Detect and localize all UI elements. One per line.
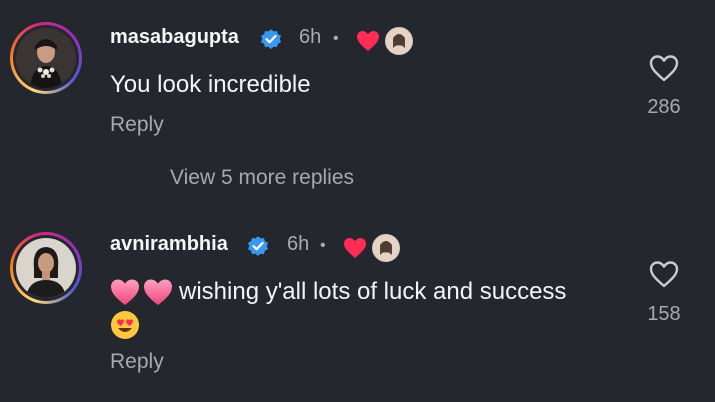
comment-username[interactable]: masabagupta bbox=[110, 26, 239, 49]
verified-badge-icon bbox=[261, 29, 281, 49]
avatar-photo bbox=[16, 28, 76, 88]
avatar-masabagupta[interactable] bbox=[10, 22, 82, 94]
heart-icon bbox=[344, 238, 366, 258]
view-more-replies-button[interactable]: View 5 more replies bbox=[170, 166, 354, 190]
avatar-photo bbox=[16, 238, 76, 298]
like-heart-outline-icon[interactable] bbox=[648, 53, 680, 83]
reply-button[interactable]: Reply bbox=[110, 113, 164, 137]
avatar-inner bbox=[13, 235, 79, 301]
comment-text: wishing y'all lots of luck and success bbox=[179, 278, 567, 305]
comment-username[interactable]: avnirambhia bbox=[110, 233, 228, 256]
reply-button[interactable]: Reply bbox=[110, 350, 164, 374]
like-count: 158 bbox=[647, 303, 681, 325]
avatar-avnirambhia[interactable] bbox=[10, 232, 82, 304]
heart-icon bbox=[357, 31, 379, 51]
creator-mini-avatar bbox=[385, 27, 413, 55]
heart-eyes-emoji bbox=[111, 311, 139, 339]
like-count: 286 bbox=[647, 96, 681, 118]
pink-heart-emoji bbox=[144, 279, 172, 305]
separator-dot: • bbox=[320, 237, 326, 254]
comment-time: 6h bbox=[299, 26, 322, 48]
comment-time: 6h bbox=[287, 233, 310, 255]
verified-badge-icon bbox=[248, 236, 268, 256]
separator-dot: • bbox=[333, 30, 339, 47]
avatar-inner bbox=[13, 25, 79, 91]
comment-text: You look incredible bbox=[110, 71, 311, 98]
like-heart-outline-icon[interactable] bbox=[648, 259, 680, 289]
pink-heart-emoji bbox=[111, 279, 139, 305]
creator-mini-avatar bbox=[372, 234, 400, 262]
